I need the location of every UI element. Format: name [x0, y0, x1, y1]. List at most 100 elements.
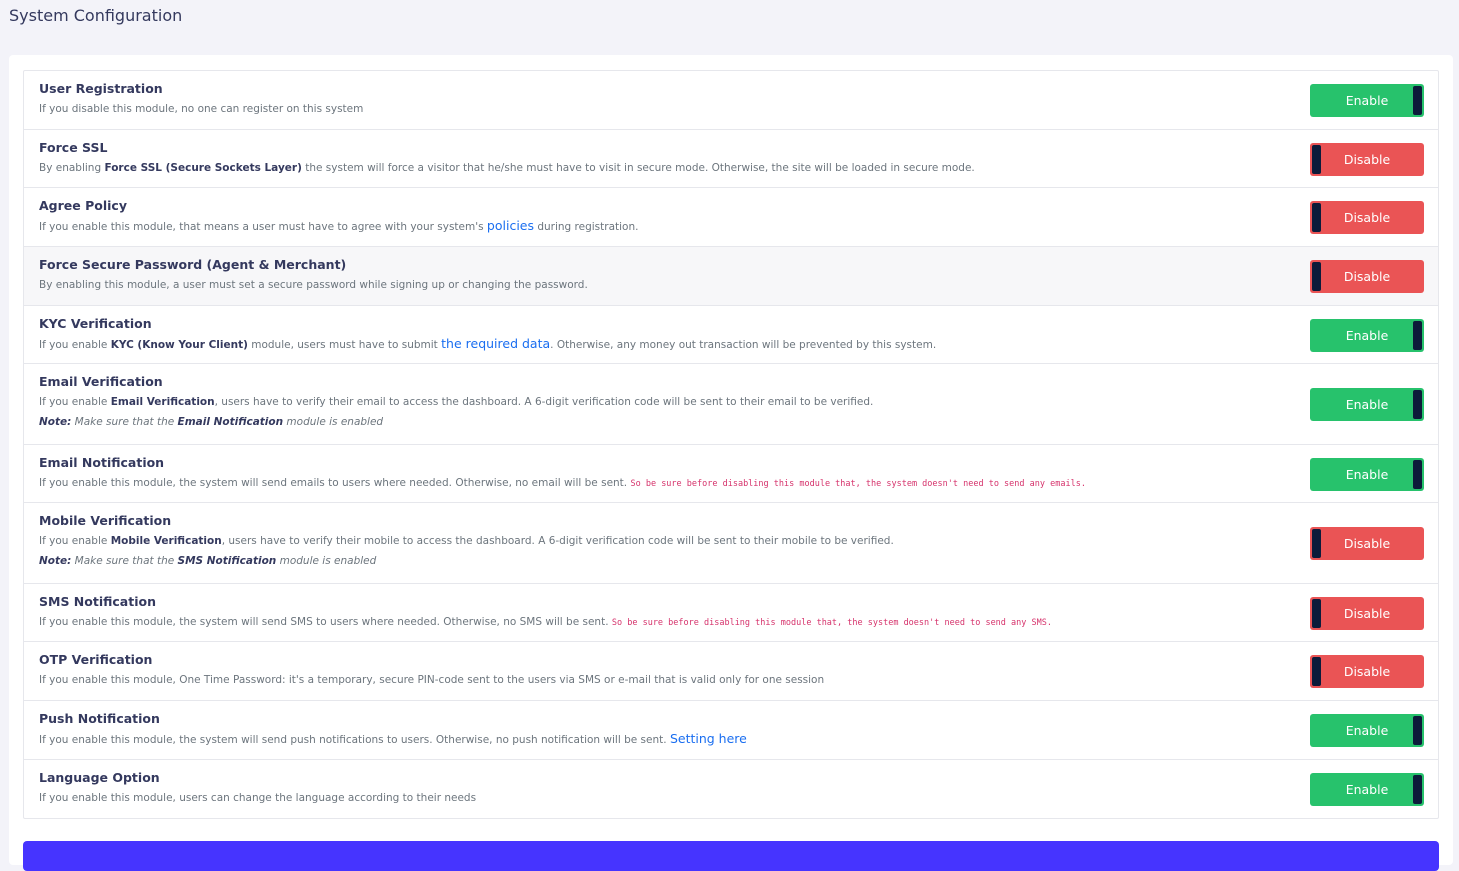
force-secure-password-toggle[interactable]: Disable	[1310, 260, 1424, 293]
setting-description: If you enable this module, the system wi…	[39, 476, 1288, 491]
text-segment: By enabling	[39, 162, 105, 174]
setting-description: If you enable this module, One Time Pass…	[39, 673, 1288, 687]
email-verification-toggle[interactable]: Enable	[1310, 388, 1424, 421]
toggle-handle	[1413, 775, 1422, 804]
setting-description: If you enable this module, that means a …	[39, 219, 1288, 234]
toggle-label: Enable	[1345, 397, 1389, 412]
setting-row-kyc-verification: KYC Verification If you enable KYC (Know …	[24, 306, 1438, 364]
toggle-handle	[1413, 86, 1422, 115]
setting-title: User Registration	[39, 81, 163, 96]
toggle-handle	[1312, 145, 1321, 174]
setting-description: If you enable Mobile Verification, users…	[39, 534, 1288, 548]
setting-description: By enabling Force SSL (Secure Sockets La…	[39, 161, 1288, 175]
setting-row-agree-policy: Agree Policy If you enable this module, t…	[24, 188, 1438, 247]
setting-row-email-notification: Email Notification If you enable this mod…	[24, 445, 1438, 503]
setting-title: Force Secure Password (Agent & Merchant)	[39, 257, 347, 272]
configuration-card: User Registration If you disable this mod…	[9, 55, 1453, 871]
text-segment: module, users must have to submit	[247, 339, 442, 351]
text-segment: Note:	[39, 416, 72, 428]
toggle-label: Enable	[1345, 723, 1389, 738]
text-segment: Email Notification	[177, 416, 284, 428]
setting-title: Language Option	[39, 770, 160, 785]
toggle-handle	[1413, 460, 1422, 489]
text-segment: Mobile Verification	[110, 535, 222, 547]
push-notification-toggle[interactable]: Enable	[1310, 714, 1424, 747]
text-segment: If you enable this module, the system wi…	[39, 616, 612, 628]
warning-text: So be sure before disabling this module …	[630, 479, 1086, 489]
text-segment: module is enabled	[283, 416, 384, 428]
kyc-verification-toggle[interactable]: Enable	[1310, 319, 1424, 352]
setting-title: Force SSL	[39, 140, 108, 155]
otp-verification-toggle[interactable]: Disable	[1310, 655, 1424, 688]
setting-description: If you disable this module, no one can r…	[39, 102, 1288, 116]
setting-description: By enabling this module, a user must set…	[39, 278, 1288, 292]
setting-row-email-verification: Email Verification If you enable Email Ve…	[24, 364, 1438, 445]
setting-description: If you enable this module, users can cha…	[39, 791, 1288, 805]
setting-title: Email Notification	[39, 455, 165, 470]
text-segment: , users have to verify their email to ac…	[214, 396, 874, 408]
toggle-handle	[1312, 529, 1321, 558]
toggle-handle	[1312, 599, 1321, 628]
setting-row-force-secure-password: Force Secure Password (Agent & Merchant)…	[24, 247, 1438, 306]
policy-link[interactable]: Setting here	[670, 731, 747, 746]
text-segment: If you enable	[39, 339, 111, 351]
text-segment: . Otherwise, any money out transaction w…	[550, 339, 937, 351]
email-notification-toggle[interactable]: Enable	[1310, 458, 1424, 491]
mobile-verification-toggle[interactable]: Disable	[1310, 527, 1424, 560]
text-segment: If you enable this module, One Time Pass…	[39, 674, 825, 686]
text-segment: If you enable this module, that means a …	[39, 221, 487, 233]
settings-list: User Registration If you disable this mod…	[23, 70, 1439, 819]
text-segment: Note:	[39, 555, 72, 567]
force-ssl-toggle[interactable]: Disable	[1310, 143, 1424, 176]
toggle-label: Enable	[1345, 467, 1389, 482]
text-segment: , users have to verify their mobile to a…	[221, 535, 894, 547]
setting-row-user-registration: User Registration If you disable this mod…	[24, 71, 1438, 130]
text-segment: module is enabled	[276, 555, 377, 567]
toggle-label: Enable	[1345, 782, 1389, 797]
text-segment: By enabling this module, a user must set…	[39, 279, 588, 291]
toggle-handle	[1312, 203, 1321, 232]
setting-row-force-ssl: Force SSL By enabling Force SSL (Secure S…	[24, 130, 1438, 188]
setting-title: Mobile Verification	[39, 513, 172, 528]
text-segment: SMS Notification	[177, 555, 277, 567]
toggle-handle	[1312, 262, 1321, 291]
text-segment: KYC (Know Your Client)	[110, 339, 248, 351]
toggle-label: Disable	[1343, 210, 1391, 225]
toggle-label: Disable	[1343, 536, 1391, 551]
setting-row-push-notification: Push Notification If you enable this modu…	[24, 701, 1438, 760]
setting-title: Agree Policy	[39, 198, 127, 213]
text-segment: Make sure that the	[71, 416, 178, 428]
text-segment: Make sure that the	[71, 555, 178, 567]
setting-title: KYC Verification	[39, 316, 152, 331]
text-segment: If you enable this module, the system wi…	[39, 734, 670, 746]
setting-row-language-option: Language Option If you enable this module…	[24, 760, 1438, 818]
setting-description: If you enable this module, the system wi…	[39, 732, 1288, 747]
toggle-label: Disable	[1343, 269, 1391, 284]
policy-link[interactable]: policies	[487, 218, 534, 233]
warning-text: So be sure before disabling this module …	[611, 618, 1052, 628]
toggle-label: Enable	[1345, 328, 1389, 343]
agree-policy-toggle[interactable]: Disable	[1310, 201, 1424, 234]
sms-notification-toggle[interactable]: Disable	[1310, 597, 1424, 630]
text-segment: during registration.	[534, 221, 639, 233]
page-title: System Configuration	[9, 6, 183, 25]
toggle-label: Disable	[1343, 152, 1391, 167]
submit-button[interactable]	[23, 841, 1439, 871]
setting-row-mobile-verification: Mobile Verification If you enable Mobile …	[24, 503, 1438, 584]
toggle-handle	[1413, 716, 1422, 745]
setting-title: OTP Verification	[39, 652, 153, 667]
text-segment: the system will force a visitor that he/…	[301, 162, 975, 174]
setting-description: If you enable this module, the system wi…	[39, 615, 1288, 630]
text-segment: Email Verification	[110, 396, 215, 408]
text-segment: If you enable this module, the system wi…	[39, 477, 631, 489]
toggle-label: Enable	[1345, 93, 1389, 108]
text-segment: If you disable this module, no one can r…	[39, 103, 364, 115]
toggle-handle	[1413, 390, 1422, 419]
setting-note: Note: Make sure that the Email Notificat…	[39, 416, 1288, 429]
language-option-toggle[interactable]: Enable	[1310, 773, 1424, 806]
setting-title: SMS Notification	[39, 594, 156, 609]
policy-link[interactable]: the required data	[441, 336, 550, 351]
user-registration-toggle[interactable]: Enable	[1310, 84, 1424, 117]
text-segment: If you enable this module, users can cha…	[39, 792, 477, 804]
setting-description: If you enable KYC (Know Your Client) mod…	[39, 337, 1288, 352]
